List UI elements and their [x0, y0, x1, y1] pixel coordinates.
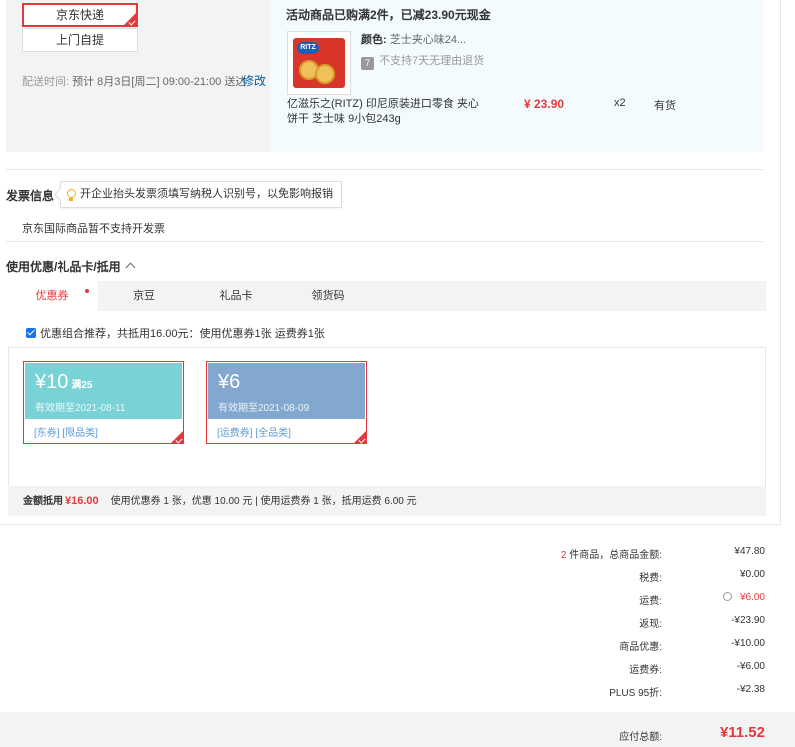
cracker-graphic [315, 64, 335, 84]
tax-value: ¥0.00 [739, 569, 765, 580]
total-goods-label: 2 件商品，总商品金额: [561, 546, 662, 561]
tab-label: 京豆 [133, 290, 155, 302]
coupon-amount: ¥10 满25 [35, 371, 93, 394]
delivery-edit-link[interactable]: 修改 [242, 72, 266, 89]
summary-amount: ¥16.00 [65, 495, 99, 507]
checkbox-checked-icon[interactable] [26, 328, 36, 338]
product-price: ¥ 23.90 [524, 97, 565, 111]
coupon-amount: ¥6 [218, 371, 240, 394]
coupon-value: ¥6 [218, 371, 241, 393]
invoice-tip: 开企业抬头发票须填写纳税人识别号，以免影响报销 [60, 181, 342, 208]
selected-check-icon [124, 13, 136, 25]
no-return-text: 不支持7天无理由退货 [379, 55, 485, 67]
goods-panel: 活动商品已购满2件，已减23.90元现金 RITZ 颜色: 芝士夹心味24...… [270, 0, 764, 152]
shipping-fee-label: 运费: [639, 596, 662, 607]
goods-count: 2 [560, 550, 567, 561]
cashback-label: 返现: [639, 619, 662, 630]
notification-dot [85, 289, 89, 293]
tax-label: 税费: [639, 573, 662, 584]
product-attribute: 颜色: 芝士夹心味24... [361, 31, 466, 47]
combo-recommend[interactable]: 优惠组合推荐，共抵用16.00元：使用优惠券1张 运费券1张 [26, 325, 325, 341]
payable-bar: 应付总额: ¥11.52 [0, 712, 795, 747]
row-label: 件商品，总商品金额: [569, 550, 662, 561]
lightbulb-icon [67, 189, 76, 201]
coupon-face: ¥10 满25 有效期至2021-08-11 [25, 363, 182, 419]
coupon-face: ¥6 有效期至2021-08-09 [208, 363, 365, 419]
promo-text: 活动商品已购满2件，已减23.90元现金 [286, 8, 491, 22]
shipping-fee: ¥6.00 [722, 592, 765, 603]
coupon-card[interactable]: ¥10 满25 有效期至2021-08-11 [东券] [限品类] [23, 361, 184, 444]
product-quantity: x2 [614, 97, 626, 109]
no-return-icon: 7 [361, 57, 374, 70]
info-icon[interactable] [722, 592, 732, 601]
shipping-coupon-value: -¥6.00 [736, 661, 765, 672]
attribute-label: 颜色: [361, 34, 387, 46]
coupon-section-title: 使用优惠/礼品卡/抵用 [6, 260, 121, 274]
delivery-time-label: 配送时间: [22, 76, 70, 88]
coupon-tags: [运费券] [全品类] [217, 428, 291, 439]
invoice-note: 京东国际商品暂不支持开发票 [22, 223, 165, 235]
coupon-tags: [东券] [限品类] [34, 428, 98, 439]
selected-check-icon [171, 431, 183, 443]
summary-detail: 使用优惠券 1 张，优惠 10.00 元 | 使用运费券 1 张，抵用运费 6.… [110, 496, 417, 507]
payable-label: 应付总额: [619, 732, 662, 743]
plus-discount-label: PLUS 95折: [609, 688, 662, 699]
brand-logo: RITZ [297, 42, 319, 54]
shipping-option-jd-express[interactable]: 京东快递 [22, 3, 138, 27]
total-goods-value: ¥47.80 [734, 546, 765, 557]
product-name[interactable]: 亿滋乐之(RITZ) 印尼原装进口零食 夹心饼干 芝士味 9小包243g [287, 97, 483, 127]
goods-discount-label: 商品优惠: [619, 642, 662, 653]
shipping-option-label: 上门自提 [55, 33, 104, 47]
coupon-value: ¥10 [35, 371, 69, 393]
plus-discount-value: -¥2.38 [736, 684, 765, 695]
shipping-coupon-label: 运费券: [629, 665, 662, 676]
coupon-expiry: 有效期至2021-08-11 [35, 403, 126, 414]
product-package-graphic: RITZ [293, 38, 345, 88]
shipping-panel: 京东快递 上门自提 配送时间: 预计 8月3日[周二] 09:00-21:00 … [6, 0, 270, 152]
shipping-fee-value: ¥6.00 [739, 592, 765, 603]
tab-coupons[interactable]: 优惠券 [6, 281, 98, 311]
cashback-value: -¥23.90 [731, 615, 765, 626]
payable-amount: ¥11.52 [719, 724, 765, 741]
divider [780, 0, 781, 525]
divider [6, 169, 764, 170]
coupon-section-toggle[interactable]: 使用优惠/礼品卡/抵用 [6, 258, 136, 275]
summary-label: 金额抵用 [23, 496, 63, 507]
coupon-condition: 满25 [71, 380, 93, 391]
tab-label: 领货码 [311, 290, 345, 302]
tab-label: 优惠券 [35, 290, 69, 302]
shipping-option-pickup[interactable]: 上门自提 [22, 28, 138, 52]
stock-status: 有货 [654, 100, 676, 112]
goods-discount-value: -¥10.00 [731, 638, 765, 649]
tab-redeem-code[interactable]: 领货码 [282, 281, 374, 311]
shipping-option-label: 京东快递 [55, 8, 104, 22]
combo-text: 优惠组合推荐，共抵用16.00元：使用优惠券1张 运费券1张 [40, 328, 325, 340]
tab-gift-card[interactable]: 礼品卡 [190, 281, 282, 311]
attribute-value: 芝士夹心味24... [389, 34, 467, 46]
coupon-expiry: 有效期至2021-08-09 [218, 403, 310, 414]
coupon-tabs: 优惠券 京豆 礼品卡 领货码 [6, 281, 766, 311]
coupon-card[interactable]: ¥6 有效期至2021-08-09 [运费券] [全品类] [206, 361, 367, 444]
delivery-time: 配送时间: 预计 8月3日[周二] 09:00-21:00 送达 [22, 73, 246, 89]
divider [6, 241, 764, 242]
tab-label: 礼品卡 [219, 290, 253, 302]
invoice-title: 发票信息 [6, 189, 55, 203]
tab-jd-beans[interactable]: 京豆 [98, 281, 190, 311]
coupon-summary: 金额抵用 ¥16.00 使用优惠券 1 张，优惠 10.00 元 | 使用运费券 1… [8, 486, 766, 516]
chevron-up-icon [125, 262, 136, 273]
no-return-notice: 7 不支持7天无理由退货 [361, 52, 484, 70]
divider [0, 524, 781, 525]
product-image[interactable]: RITZ [287, 31, 351, 95]
invoice-tip-text: 开企业抬头发票须填写纳税人识别号，以免影响报销 [80, 188, 333, 200]
delivery-time-value: 预计 8月3日[周二] 09:00-21:00 送达 [72, 76, 247, 88]
selected-check-icon [354, 431, 366, 443]
